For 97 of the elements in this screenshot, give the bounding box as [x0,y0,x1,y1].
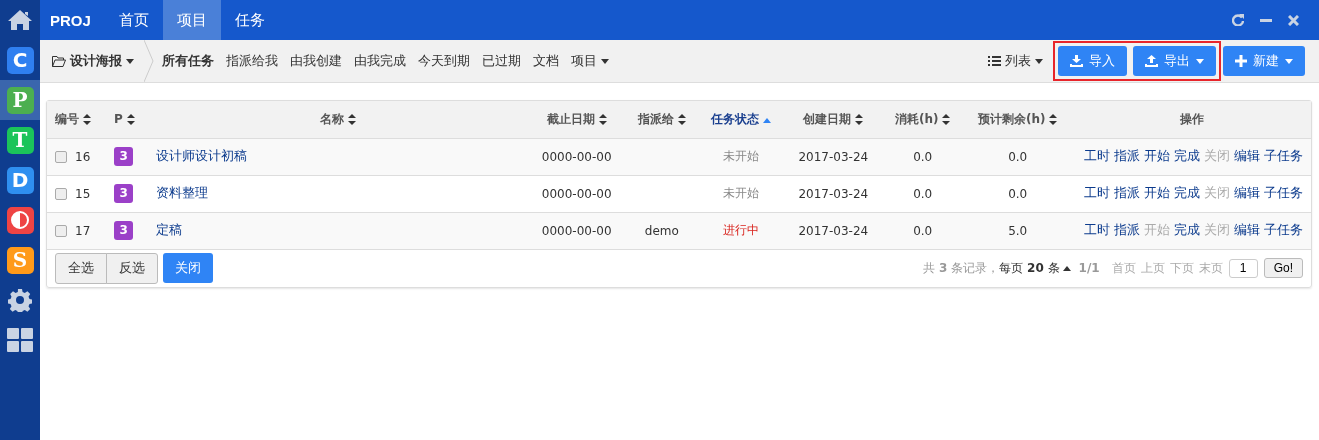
filter-tab[interactable]: 由我创建 [290,52,342,70]
action-link[interactable]: 指派 [1114,185,1140,200]
caret-icon [126,58,134,64]
action-link[interactable]: 指派 [1114,148,1140,163]
folder-icon [52,55,66,67]
status-text: 进行中 [723,223,760,237]
column-header[interactable]: 截止日期 [527,101,626,138]
select-button[interactable]: 全选 [55,252,107,284]
action-link[interactable]: 开始 [1144,185,1170,200]
column-header[interactable]: 编号 [47,101,107,138]
column-header[interactable]: P [106,101,148,138]
row-checkbox[interactable] [55,151,67,163]
table-cell: 0000-00-00 [541,149,612,164]
status-text: 未开始 [723,186,760,200]
table-cell: 16 [75,149,91,164]
status-text: 未开始 [723,149,760,163]
table-cell: 15 [75,186,91,201]
new-button[interactable]: 新建 [1223,46,1305,76]
export-button[interactable]: 导出 [1133,46,1216,76]
action-link[interactable]: 完成 [1174,185,1200,200]
action-link[interactable]: 工时 [1084,222,1110,237]
priority-badge: 3 [114,221,134,240]
column-header[interactable]: 预计剩余(h) [963,101,1072,138]
table-cell: 0000-00-00 [541,223,612,238]
action-link[interactable]: 子任务 [1264,185,1303,200]
table-cell: 0.0 [913,186,933,201]
close-button[interactable]: 关闭 [163,253,213,283]
filter-tab[interactable]: 所有任务 [162,52,214,70]
task-link[interactable]: 定稿 [155,222,182,237]
action-link[interactable]: 编辑 [1234,148,1260,163]
settings-icon[interactable] [8,288,32,312]
caret-icon [1062,265,1071,271]
column-header[interactable]: 名称 [147,101,528,138]
list-icon [988,56,1001,66]
action-link[interactable]: 指派 [1114,222,1140,237]
app-icon[interactable] [6,206,34,234]
table-cell: 2017-03-24 [798,223,869,238]
action-link[interactable]: 子任务 [1264,222,1303,237]
nav-tab[interactable]: 项目 [162,0,221,40]
task-link[interactable]: 设计师设计初稿 [155,148,247,163]
download-icon [1070,55,1083,67]
table-cell: 2017-03-24 [798,149,869,164]
page-size-dropdown[interactable]: 每页 20 条 [999,259,1071,277]
table-cell: 2017-03-24 [798,186,869,201]
nav-tab[interactable]: 任务 [220,0,279,40]
action-link[interactable]: 开始 [1144,148,1170,163]
priority-badge: 3 [114,184,134,203]
task-link[interactable]: 资料整理 [155,185,208,200]
select-button[interactable]: 反选 [106,252,158,284]
project-dropdown[interactable]: 设计海报 [52,52,144,70]
caret-icon [1035,58,1043,64]
grid-icon[interactable] [7,328,33,352]
brand-name: PROJ [49,10,92,31]
table-cell: demo [644,223,679,238]
action-link[interactable]: 工时 [1084,185,1110,200]
priority-badge: 3 [114,147,134,166]
action-link[interactable]: 编辑 [1234,185,1260,200]
table-cell: 0.0 [1008,149,1028,164]
column-header[interactable]: 指派给 [625,101,699,138]
action-link[interactable]: 子任务 [1264,148,1303,163]
table-cell: 0.0 [913,223,933,238]
minimize-icon[interactable] [1260,18,1272,22]
action-link[interactable]: 完成 [1174,148,1200,163]
filter-tab[interactable]: 今天到期 [418,52,470,70]
close-icon[interactable] [1288,14,1299,26]
plus-icon [1235,55,1247,67]
app-icon[interactable]: C [6,46,34,74]
row-checkbox[interactable] [55,188,67,200]
filter-tab[interactable]: 项目 [571,52,609,70]
filter-tab[interactable]: 由我完成 [354,52,406,70]
table-cell: 5.0 [1008,223,1028,238]
view-dropdown[interactable]: 列表 [988,52,1043,70]
refresh-icon[interactable] [1232,14,1244,26]
filter-tab[interactable]: 已过期 [482,52,521,70]
breadcrumb-separator [144,40,154,82]
nav-tab[interactable]: 首页 [104,0,163,40]
upload-icon [1145,55,1158,67]
filter-tab[interactable]: 文档 [533,52,559,70]
column-header[interactable]: 消耗(h) [882,101,964,138]
column-header[interactable]: 任务状态 [698,101,785,138]
record-count: 共 3 条记录， [923,259,1000,277]
filter-tab[interactable]: 指派给我 [226,52,278,70]
row-checkbox[interactable] [55,225,67,237]
column-header[interactable]: 创建日期 [784,101,883,138]
table-cell: 0.0 [913,149,933,164]
home-icon[interactable] [7,9,33,31]
action-link[interactable]: 完成 [1174,222,1200,237]
table-cell: 17 [75,223,91,238]
action-link[interactable]: 工时 [1084,148,1110,163]
import-button[interactable]: 导入 [1058,46,1127,76]
column-header: 操作 [1072,101,1311,138]
page-input[interactable]: 1 [1228,258,1258,278]
go-button[interactable]: Go! [1263,258,1303,278]
action-link[interactable]: 编辑 [1234,222,1260,237]
page-indicator: 1/1 [1078,261,1100,275]
table-cell: 0.0 [1008,186,1028,201]
table-cell: 0000-00-00 [541,186,612,201]
